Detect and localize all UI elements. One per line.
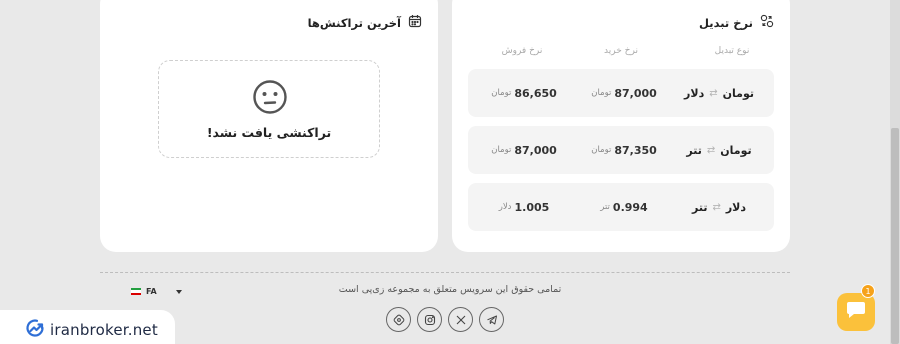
chat-notification-badge: 1 bbox=[861, 284, 875, 298]
rate-row: تومان ⇄ تتر 87,350 تومان 87,000 تومان bbox=[468, 126, 774, 174]
buy-rate: 0.994 تتر bbox=[574, 183, 674, 231]
transactions-card: آخرین تراکنش‌ها تراکنشی یافت نشد! bbox=[100, 0, 438, 252]
empty-state-text: تراکنشی یافت نشد! bbox=[206, 125, 332, 140]
scrollbar-thumb[interactable] bbox=[891, 128, 899, 344]
footer-divider bbox=[100, 272, 790, 273]
exchange-rates-header: نرخ تبدیل bbox=[699, 14, 774, 31]
exchange-rates-card: نرخ تبدیل نوع تبدیل نرخ خرید نرخ فروش تو… bbox=[452, 0, 790, 252]
neutral-face-icon bbox=[252, 79, 288, 115]
sell-unit: تومان bbox=[491, 88, 512, 98]
trend-logo-icon bbox=[24, 317, 46, 343]
bale-icon[interactable] bbox=[386, 307, 411, 332]
buy-unit: تومان bbox=[591, 88, 612, 98]
rates-table-header: نوع تبدیل نرخ خرید نرخ فروش bbox=[468, 46, 774, 60]
sell-rate: 86,650 تومان bbox=[474, 69, 574, 117]
exchange-icon bbox=[760, 14, 774, 31]
rate-pair: تومان ⇄ تتر bbox=[674, 126, 764, 174]
sell-rate: 87,000 تومان bbox=[474, 126, 574, 174]
buy-rate: 87,000 تومان bbox=[574, 69, 674, 117]
swap-arrows-icon: ⇄ bbox=[709, 87, 718, 99]
page-scrollbar[interactable] bbox=[890, 0, 900, 344]
telegram-icon[interactable] bbox=[479, 307, 504, 332]
brand-banner[interactable]: iranbroker.net bbox=[0, 310, 175, 344]
x-icon[interactable] bbox=[448, 307, 473, 332]
header-type: نوع تبدیل bbox=[714, 46, 750, 56]
calendar-icon bbox=[408, 14, 422, 31]
sell-rate: 1.005 دلار bbox=[474, 183, 574, 231]
copyright-text: تمامی حقوق این سرویس متعلق به مجموعه زی‌… bbox=[338, 284, 562, 295]
empty-state: تراکنشی یافت نشد! bbox=[158, 60, 380, 158]
swap-arrows-icon: ⇄ bbox=[712, 201, 721, 213]
rate-row: دلار ⇄ تتر 0.994 تتر 1.005 دلار bbox=[468, 183, 774, 231]
sell-unit: دلار bbox=[498, 202, 512, 212]
exchange-rates-title: نرخ تبدیل bbox=[698, 15, 753, 30]
language-selector[interactable]: FA bbox=[131, 287, 182, 296]
transactions-title: آخرین تراکنش‌ها bbox=[307, 15, 401, 30]
sell-value: 87,000 bbox=[514, 143, 557, 157]
iran-flag-icon bbox=[131, 288, 141, 295]
instagram-icon[interactable] bbox=[417, 307, 442, 332]
pair-from: دلار bbox=[684, 86, 705, 100]
buy-unit: تومان bbox=[591, 145, 612, 155]
pair-to: تومان bbox=[720, 143, 752, 157]
pair-to: دلار bbox=[725, 200, 747, 214]
sell-value: 86,650 bbox=[514, 86, 557, 100]
buy-unit: تتر bbox=[600, 202, 610, 212]
chevron-down-icon bbox=[175, 289, 182, 294]
pair-from: تتر bbox=[686, 143, 702, 157]
header-buy: نرخ خرید bbox=[604, 46, 638, 56]
rate-pair: تومان ⇄ دلار bbox=[674, 69, 764, 117]
rate-row: تومان ⇄ دلار 87,000 تومان 86,650 تومان bbox=[468, 69, 774, 117]
chat-button[interactable] bbox=[837, 293, 875, 331]
sell-value: 1.005 bbox=[514, 200, 550, 214]
language-code: FA bbox=[146, 287, 157, 296]
buy-value: 87,350 bbox=[614, 143, 657, 157]
transactions-header: آخرین تراکنش‌ها bbox=[308, 14, 422, 31]
header-sell: نرخ فروش bbox=[501, 46, 543, 56]
buy-rate: 87,350 تومان bbox=[574, 126, 674, 174]
social-links bbox=[386, 307, 504, 332]
swap-arrows-icon: ⇄ bbox=[706, 144, 716, 156]
chat-bubble-icon bbox=[845, 300, 867, 324]
brand-name: iranbroker.net bbox=[50, 321, 158, 339]
pair-from: تتر bbox=[691, 200, 708, 214]
buy-value: 0.994 bbox=[612, 200, 648, 214]
sell-unit: تومان bbox=[491, 145, 512, 155]
buy-value: 87,000 bbox=[614, 86, 657, 100]
rate-pair: دلار ⇄ تتر bbox=[674, 183, 764, 231]
pair-to: تومان bbox=[722, 86, 754, 100]
